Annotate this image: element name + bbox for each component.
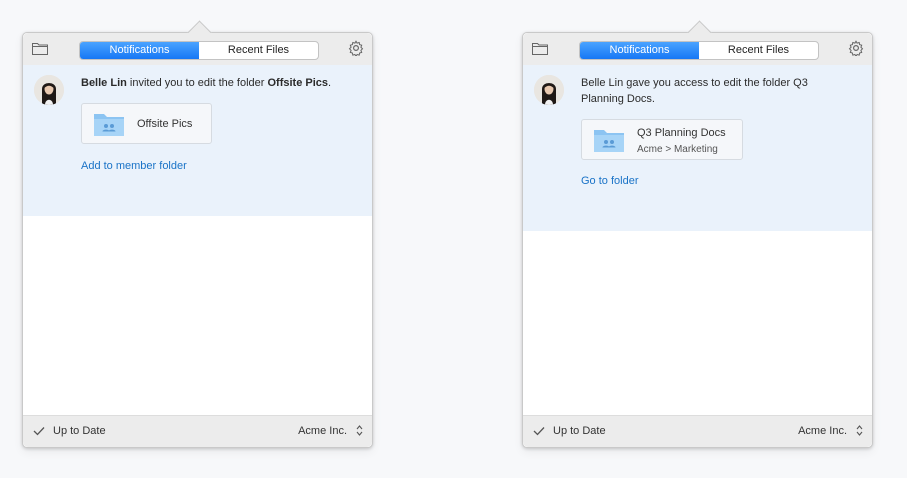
folder-card-path: Acme > Marketing <box>637 144 718 155</box>
updown-chevron-icon[interactable] <box>856 424 863 437</box>
checkmark-icon <box>33 427 45 436</box>
notification-folder: Offsite Pics <box>267 77 329 89</box>
folder-card-name: Q3 Planning Docs <box>637 127 726 139</box>
gear-icon[interactable] <box>848 40 864 56</box>
folder-icon[interactable] <box>32 42 48 55</box>
shared-folder-icon <box>94 114 124 136</box>
toolbar: Notifications Recent Files <box>23 33 372 66</box>
tab-recent-files[interactable]: Recent Files <box>199 42 318 59</box>
notification-trailing: . <box>328 77 332 89</box>
folder-card[interactable]: Offsite Pics <box>81 103 212 144</box>
folder-icon[interactable] <box>532 42 548 55</box>
gear-icon[interactable] <box>348 40 364 56</box>
tab-recent-files[interactable]: Recent Files <box>699 42 818 59</box>
sync-status: Up to Date <box>553 425 606 437</box>
footer: Up to Date Acme Inc. <box>23 415 372 447</box>
go-to-folder-link[interactable]: Go to folder <box>581 175 638 187</box>
updown-chevron-icon[interactable] <box>356 424 363 437</box>
popover-panel-right: Notifications Recent Files Belle Lin gav… <box>522 20 873 448</box>
notification-item: Belle Lin invited you to edit the folder… <box>23 65 372 216</box>
avatar <box>34 75 64 105</box>
notification-message: Belle Lin gave you access to edit the fo… <box>581 77 808 105</box>
account-selector[interactable]: Acme Inc. <box>798 425 847 437</box>
sync-status: Up to Date <box>53 425 106 437</box>
popover-panel-left: Notifications Recent Files Belle Lin inv… <box>22 20 373 448</box>
avatar <box>534 75 564 105</box>
tab-notifications[interactable]: Notifications <box>580 42 699 59</box>
tab-segmented-control: Notifications Recent Files <box>579 41 819 60</box>
notification-item: Belle Lin gave you access to edit the fo… <box>523 65 872 231</box>
sender-name: Belle Lin <box>81 77 127 89</box>
account-selector[interactable]: Acme Inc. <box>298 425 347 437</box>
toolbar: Notifications Recent Files <box>523 33 872 66</box>
folder-card[interactable]: Q3 Planning Docs Acme > Marketing <box>581 119 743 160</box>
footer: Up to Date Acme Inc. <box>523 415 872 447</box>
notification-message: Belle Lin invited you to edit the folder… <box>81 75 352 91</box>
notification-action: invited you to edit the folder <box>129 77 265 89</box>
add-to-member-folder-link[interactable]: Add to member folder <box>81 160 187 172</box>
tab-notifications[interactable]: Notifications <box>80 42 199 59</box>
shared-folder-icon <box>594 130 624 152</box>
checkmark-icon <box>533 427 545 436</box>
tab-segmented-control: Notifications Recent Files <box>79 41 319 60</box>
folder-card-name: Offsite Pics <box>137 118 193 130</box>
